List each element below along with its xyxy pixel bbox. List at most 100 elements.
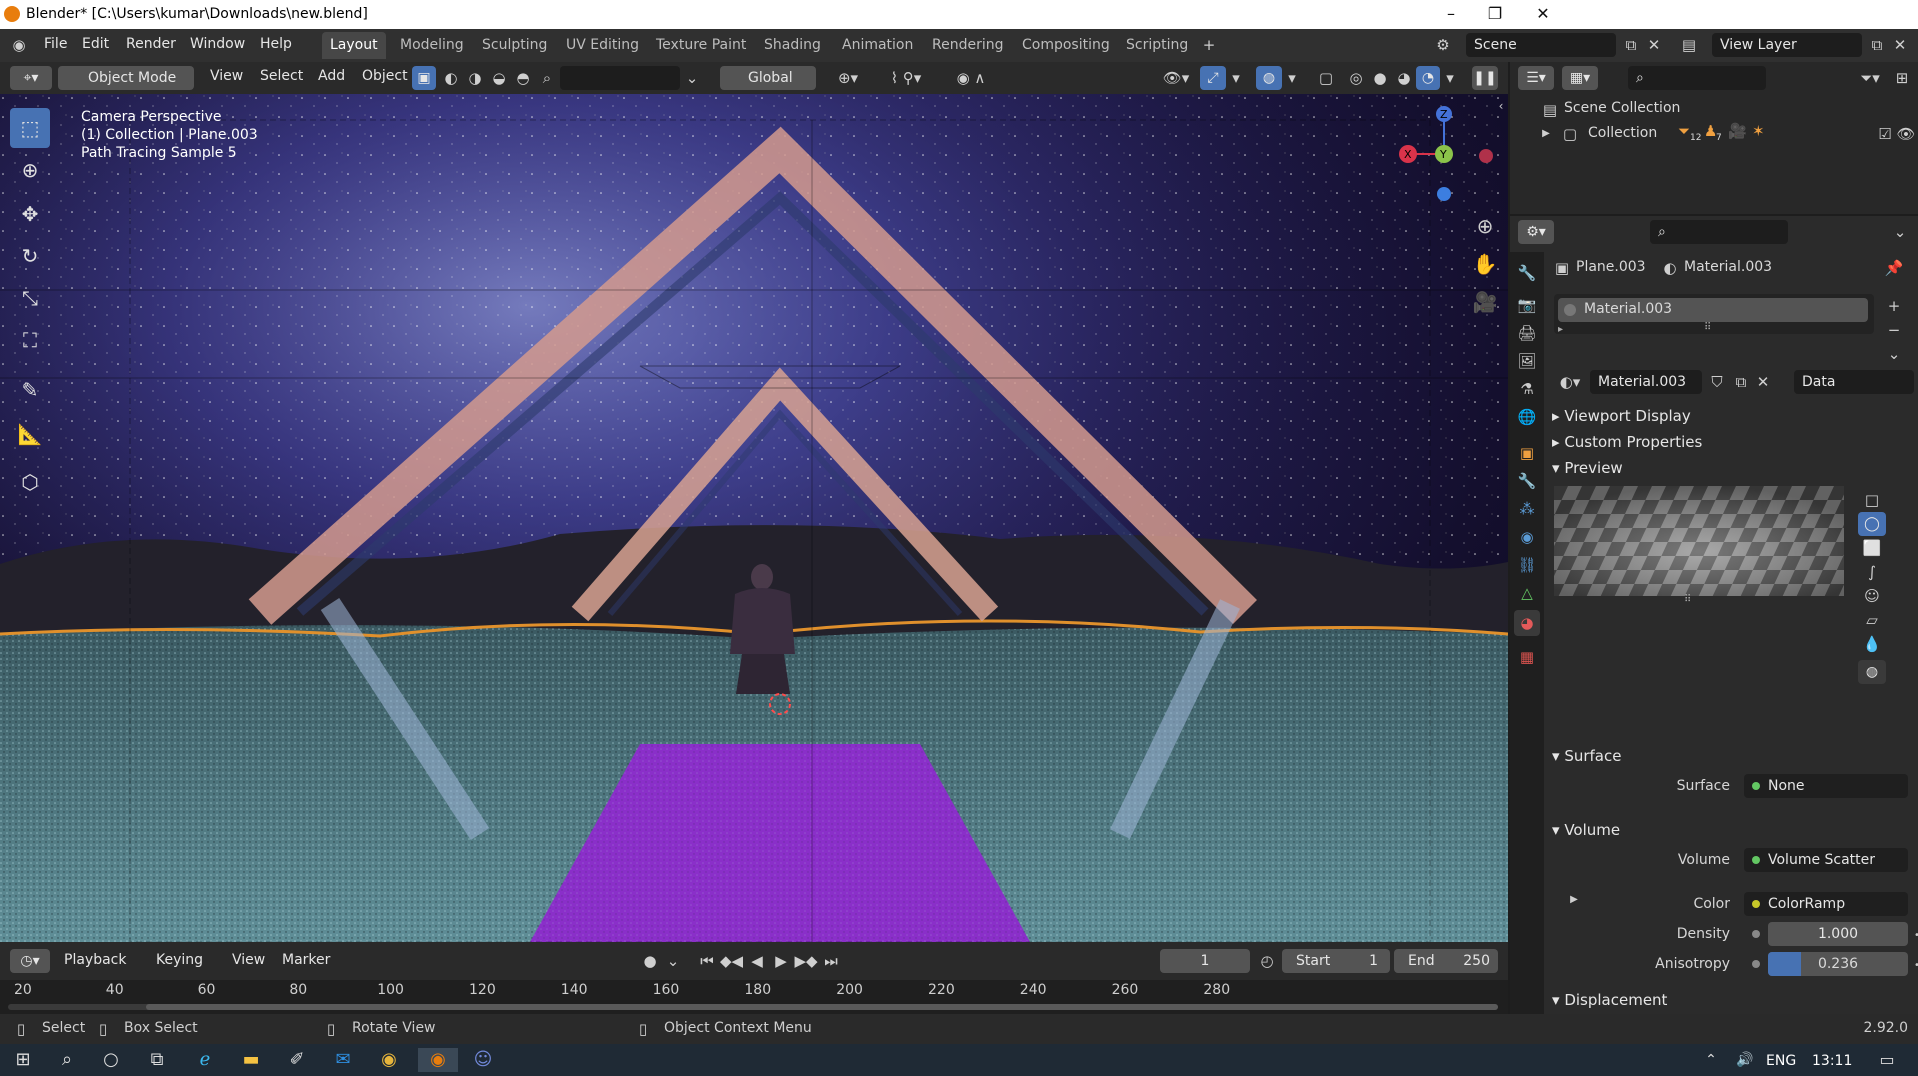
slot-list-resize-icon[interactable]: ⠿ (1704, 322, 1711, 333)
outliner-search-field[interactable]: ⌕ (1628, 66, 1766, 90)
mode-dropdown[interactable]: Object Mode (58, 66, 194, 90)
select-subtract-icon[interactable]: ◑ (464, 66, 486, 90)
keying-dropdown-icon[interactable]: ⌄ (664, 949, 682, 973)
menu-file[interactable]: File (44, 36, 67, 52)
scale-tool-icon[interactable]: ⤡ (10, 278, 50, 318)
browse-material-icon[interactable]: ◐▾ (1554, 370, 1586, 394)
tab-layout[interactable]: Layout (322, 32, 386, 59)
timeline-scroll-thumb[interactable] (146, 1004, 1498, 1010)
blender-taskbar-icon[interactable]: ◉ (418, 1048, 458, 1072)
shading-dropdown-icon[interactable]: ▾ (1442, 66, 1458, 90)
zoom-icon[interactable]: ⊕ (1470, 214, 1500, 238)
fake-user-icon[interactable]: ⛉ (1706, 370, 1728, 394)
panel-viewport-display[interactable]: ▸ Viewport Display (1552, 402, 1691, 430)
exclude-checkbox[interactable]: ☑ (1876, 122, 1894, 146)
scene-tab-icon[interactable]: ⚗ (1514, 376, 1540, 402)
display-mode-icon[interactable]: ▦▾ (1562, 66, 1598, 90)
rendered-shading-icon[interactable]: ◔ (1416, 66, 1440, 90)
delete-scene-icon[interactable]: ✕ (1644, 33, 1664, 57)
play-icon[interactable]: ▶ (770, 949, 792, 973)
file-explorer-icon[interactable]: ▬ (236, 1048, 266, 1072)
tool-tab-icon[interactable]: 🔧 (1514, 260, 1540, 286)
preview-range-icon[interactable]: ◴ (1256, 949, 1278, 973)
viewport-search-field[interactable] (560, 66, 680, 90)
unlink-material-icon[interactable]: ✕ (1752, 370, 1774, 394)
chrome-icon[interactable]: ◉ (374, 1048, 404, 1072)
tab-uv-editing[interactable]: UV Editing (558, 32, 647, 59)
3d-viewport[interactable]: Camera Perspective (1) Collection | Plan… (0, 94, 1508, 942)
new-scene-icon[interactable]: ⧉ (1620, 33, 1642, 57)
timeline-menu-playback[interactable]: Playback (64, 952, 126, 968)
camera-object-icon[interactable]: 🎥 (1728, 122, 1750, 146)
menu-edit[interactable]: Edit (82, 36, 109, 52)
tab-sculpting[interactable]: Sculpting (474, 32, 555, 59)
anisotropy-keyframe-icon[interactable]: • (1914, 960, 1918, 971)
timeline-menu-keying[interactable]: Keying (156, 952, 203, 968)
start-frame-field[interactable]: Start 1 (1282, 949, 1390, 973)
add-cube-tool-icon[interactable]: ⬡ (10, 462, 50, 502)
scene-selector-icon[interactable]: ⚙ (1430, 33, 1456, 57)
restore-icon[interactable]: ❐ (1484, 3, 1506, 25)
visibility-icon[interactable]: 👁▾ (1156, 66, 1196, 90)
orientation-dropdown[interactable]: Global (720, 66, 816, 90)
close-icon[interactable]: ✕ (1532, 3, 1554, 25)
view-layer-field[interactable]: View Layer (1712, 33, 1862, 57)
view-layer-icon[interactable]: ▤ (1676, 33, 1702, 57)
panel-volume[interactable]: ▾ Volume (1552, 816, 1620, 844)
play-reverse-icon[interactable]: ◀ (746, 949, 768, 973)
render-tab-icon[interactable]: 📷 (1514, 292, 1540, 318)
blender-menu-icon[interactable]: ◉ (8, 33, 30, 57)
surface-field[interactable]: None (1744, 774, 1908, 798)
notification-icon[interactable]: ▭ (1872, 1048, 1902, 1072)
proportional-edit-icon[interactable]: ◉ ∧ (946, 66, 996, 90)
overlays-dropdown-icon[interactable]: ▾ (1284, 66, 1300, 90)
particles-tab-icon[interactable]: ⁂ (1514, 496, 1540, 522)
panel-displacement[interactable]: ▾ Displacement (1552, 986, 1667, 1014)
preview-sphere-icon[interactable]: ◯ (1858, 512, 1886, 536)
vp-menu-add[interactable]: Add (318, 68, 345, 84)
collapse-sidebar-icon[interactable]: ‹ (1494, 94, 1508, 118)
pan-hand-icon[interactable]: ✋ (1470, 252, 1500, 276)
language-indicator[interactable]: ENG (1766, 1053, 1796, 1069)
discord-icon[interactable]: ☺ (468, 1048, 498, 1072)
taskbar-search-icon[interactable]: ⌕ (52, 1048, 82, 1072)
panel-custom-properties[interactable]: ▸ Custom Properties (1552, 428, 1702, 456)
panel-preview[interactable]: ▾ Preview (1552, 454, 1623, 482)
editor-type-icon[interactable]: ⌖▾ (10, 66, 52, 90)
end-frame-field[interactable]: End 250 (1394, 949, 1498, 973)
cortana-icon[interactable]: ○ (96, 1048, 126, 1072)
tab-animation[interactable]: Animation (834, 32, 921, 59)
visibility-eye-icon[interactable]: 👁 (1896, 122, 1916, 146)
task-view-icon[interactable]: ⧉ (142, 1048, 172, 1072)
timeline-area[interactable]: 20 40 60 80 100 120 140 160 180 200 220 240 260 280 (0, 980, 1508, 1014)
select-extend-icon[interactable]: ◐ (440, 66, 462, 90)
timeline-scrollbar[interactable] (8, 1004, 1498, 1010)
constraints-tab-icon[interactable]: ⛓ (1514, 552, 1540, 578)
auto-keying-icon[interactable]: ● (638, 949, 662, 973)
vp-menu-select[interactable]: Select (260, 68, 303, 84)
new-view-layer-icon[interactable]: ⧉ (1866, 33, 1888, 57)
minimize-icon[interactable]: – (1440, 3, 1462, 25)
remove-slot-icon[interactable]: − (1882, 318, 1906, 342)
preview-cube-icon[interactable]: ⬜ (1858, 536, 1886, 560)
select-box-mode-icon[interactable]: ▣ (412, 66, 436, 90)
pin-icon[interactable]: 📌 (1882, 256, 1906, 280)
transform-tool-icon[interactable]: ⛶ (10, 320, 50, 360)
measure-tool-icon[interactable]: 📐 (10, 414, 50, 454)
xray-icon[interactable]: ▢ (1314, 66, 1338, 90)
annotate-tool-icon[interactable]: ✎ (10, 370, 50, 410)
properties-editor-type-icon[interactable]: ⚙▾ (1518, 220, 1554, 244)
expand-collection-icon[interactable]: ▶ (1540, 122, 1552, 146)
pause-render-icon[interactable]: ❚❚ (1472, 66, 1498, 90)
timeline-menu-view[interactable]: View (232, 952, 265, 968)
navigation-gizmo[interactable]: Z Y X (1386, 94, 1506, 204)
light-icon[interactable]: ♟ 7 (1704, 122, 1726, 146)
duplicate-material-icon[interactable]: ⧉ (1730, 370, 1752, 394)
search-icon[interactable]: ⌕ (536, 66, 558, 90)
preview-monkey-icon[interactable]: ☺ (1858, 584, 1886, 608)
tray-chevron-icon[interactable]: ⌃ (1696, 1048, 1726, 1072)
menu-help[interactable]: Help (260, 36, 292, 52)
preview-resize-icon[interactable]: ⠿ (1684, 594, 1691, 605)
material-slot-list[interactable]: Material.003 ▸ ⠿ (1554, 294, 1874, 335)
tab-texture-paint[interactable]: Texture Paint (648, 32, 754, 59)
